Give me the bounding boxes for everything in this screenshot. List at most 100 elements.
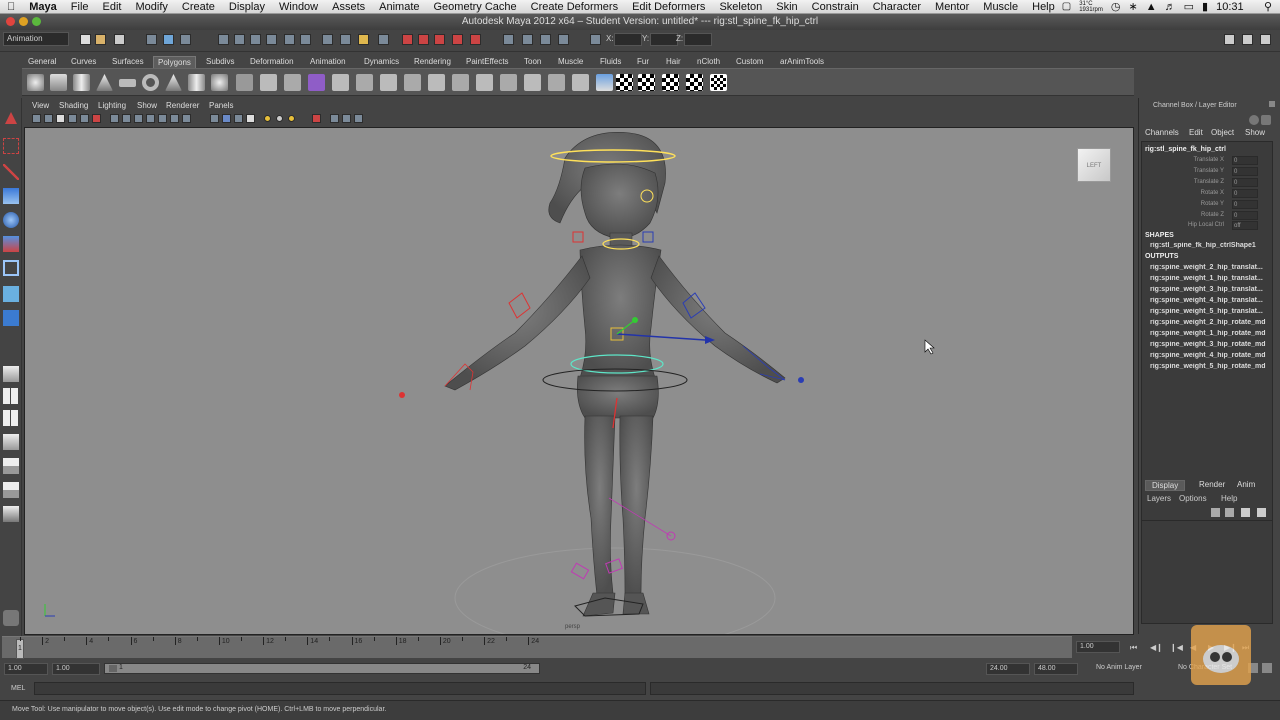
character-right-arm[interactable] <box>650 255 786 384</box>
cb-menu-object[interactable]: Object <box>1211 128 1234 137</box>
uv-checker-icon[interactable] <box>616 74 633 91</box>
layer-list[interactable] <box>1141 520 1273 624</box>
persp-graph-hypergraph-layout-icon[interactable] <box>3 482 19 498</box>
hypershade-layout-icon[interactable] <box>3 458 19 474</box>
shelf-tab-curves[interactable]: Curves <box>67 56 100 68</box>
shelf-tab-fluids[interactable]: Fluids <box>596 56 625 68</box>
shelf-tab-custom[interactable]: Custom <box>732 56 768 68</box>
grease-pencil-icon[interactable] <box>92 114 101 123</box>
rotate-tool-icon[interactable] <box>3 212 19 228</box>
menu-window[interactable]: Window <box>272 1 325 13</box>
lock-icon[interactable] <box>358 34 369 45</box>
use-all-lights-icon[interactable] <box>264 115 271 122</box>
display-icon[interactable]: ▭ <box>1184 0 1194 13</box>
step-back-key-icon[interactable]: ❙◀ <box>1170 643 1183 652</box>
cb-menu-edit[interactable]: Edit <box>1189 128 1203 137</box>
xray-active-icon[interactable] <box>354 114 363 123</box>
resolution-gate-icon[interactable] <box>134 114 143 123</box>
select-camera-icon[interactable] <box>32 114 41 123</box>
mel-label[interactable]: MEL <box>11 685 25 692</box>
toggle-channel-box-icon[interactable] <box>1260 34 1271 45</box>
viewport-menu-panels[interactable]: Panels <box>209 101 233 110</box>
shelf-tab-hair[interactable]: Hair <box>662 56 685 68</box>
snap-grid-icon[interactable] <box>218 34 229 45</box>
relative-transform-icon[interactable] <box>540 34 551 45</box>
wireframe-on-shaded-icon[interactable] <box>234 114 243 123</box>
menu-constrain[interactable]: Constrain <box>805 1 866 13</box>
separate-icon[interactable] <box>260 74 277 91</box>
scene-canvas[interactable] <box>25 128 1134 635</box>
attr-translate-x-field[interactable]: 0 <box>1232 156 1258 165</box>
open-scene-icon[interactable] <box>95 34 106 45</box>
time-machine-icon[interactable]: ◷ <box>1111 0 1121 13</box>
cb-menu-show[interactable]: Show <box>1245 128 1265 137</box>
shelf-tab-deformation[interactable]: Deformation <box>246 56 298 68</box>
gate-mask-icon[interactable] <box>146 114 155 123</box>
poly-plane-icon[interactable] <box>119 79 136 87</box>
menu-muscle[interactable]: Muscle <box>976 1 1025 13</box>
render-settings-icon[interactable] <box>434 34 445 45</box>
bridge-icon[interactable] <box>404 74 421 91</box>
uv-snapshot-icon[interactable] <box>710 74 727 91</box>
playback-start-field[interactable]: 1.00 <box>52 663 100 675</box>
poly-cube-icon[interactable] <box>50 74 67 91</box>
shelf-tab-toon[interactable]: Toon <box>520 56 545 68</box>
layer-tab-anim[interactable]: Anim <box>1237 480 1255 489</box>
smooth-icon[interactable] <box>332 74 349 91</box>
character-hips[interactable] <box>577 375 659 419</box>
layer-tab-display[interactable]: Display <box>1145 480 1186 491</box>
rename-icon[interactable] <box>558 34 569 45</box>
bookmark-icon[interactable] <box>56 114 65 123</box>
symmetry-icon[interactable] <box>503 34 514 45</box>
split-polygon-icon[interactable] <box>452 74 469 91</box>
attr-rotate-y-label[interactable]: Rotate Y <box>1201 201 1224 207</box>
cb-menu-channels[interactable]: Channels <box>1145 128 1179 137</box>
current-time-field[interactable]: 1.00 <box>1076 641 1120 653</box>
layer-menu-options[interactable]: Options <box>1179 494 1207 503</box>
menu-mentor[interactable]: Mentor <box>928 1 976 13</box>
textured-icon[interactable] <box>246 114 255 123</box>
attr-translate-y-field[interactable]: 0 <box>1232 167 1258 176</box>
universal-manipulator-icon[interactable] <box>3 260 19 276</box>
shelf-tab-subdivs[interactable]: Subdivs <box>202 56 238 68</box>
character-left-arm[interactable] <box>444 255 591 391</box>
persp-graph-layout-icon[interactable] <box>3 434 19 450</box>
character-left-foot[interactable] <box>582 592 616 617</box>
search-attributes-icon[interactable] <box>1249 115 1259 125</box>
2d-pan-zoom-icon[interactable] <box>80 114 89 123</box>
menu-modify[interactable]: Modify <box>128 1 174 13</box>
paint-select-tool-icon[interactable] <box>3 164 19 180</box>
character-right-foot[interactable] <box>622 592 650 615</box>
range-slider-start-handle[interactable] <box>109 665 117 672</box>
output-node[interactable]: rig:spine_weight_4_hip_translat... <box>1150 297 1274 304</box>
offset-edge-loop-icon[interactable] <box>500 74 517 91</box>
menu-create-deformers[interactable]: Create Deformers <box>524 1 625 13</box>
poly-sphere-icon[interactable] <box>27 74 44 91</box>
layer-menu-layers[interactable]: Layers <box>1147 494 1171 503</box>
planar-map-icon[interactable] <box>596 74 613 91</box>
menu-app-maya[interactable]: Maya <box>22 1 64 13</box>
xray-icon[interactable] <box>330 114 339 123</box>
menu-edit[interactable]: Edit <box>96 1 129 13</box>
viewport-menu-renderer[interactable]: Renderer <box>166 101 199 110</box>
poke-icon[interactable] <box>548 74 565 91</box>
output-node[interactable]: rig:spine_weight_1_hip_rotate_md <box>1150 330 1274 337</box>
new-layer-icon[interactable] <box>1241 508 1250 517</box>
menu-skeleton[interactable]: Skeleton <box>712 1 769 13</box>
menu-assets[interactable]: Assets <box>325 1 372 13</box>
uv-relax-icon[interactable] <box>686 74 703 91</box>
combine-icon[interactable] <box>236 74 253 91</box>
spotlight-icon[interactable]: ⚲ <box>1264 0 1272 13</box>
lasso-tool-icon[interactable] <box>3 138 19 154</box>
character-head[interactable] <box>580 163 659 239</box>
toggle-attribute-editor-icon[interactable] <box>1224 34 1235 45</box>
chest-ctrl-red[interactable] <box>572 231 584 243</box>
x-field[interactable] <box>614 33 642 46</box>
battery-icon[interactable]: ▮ <box>1202 0 1208 13</box>
character-right-leg[interactable] <box>619 415 654 597</box>
viewport-menu-view[interactable]: View <box>32 101 49 110</box>
select-tool-icon[interactable] <box>5 112 17 124</box>
chest-ctrl-blue[interactable] <box>642 231 654 243</box>
chamfer-icon[interactable] <box>572 74 589 91</box>
shelf-tab-general[interactable]: General <box>24 56 60 68</box>
